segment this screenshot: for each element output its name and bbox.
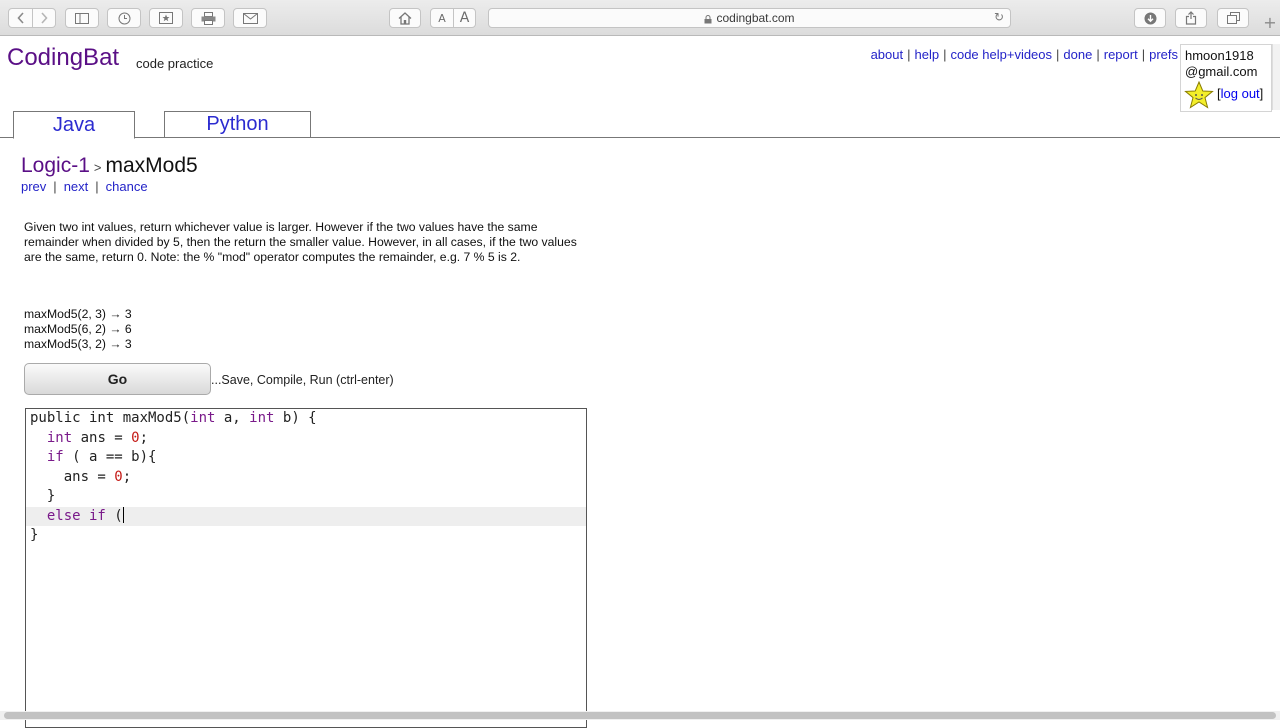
chance-link[interactable]: chance: [106, 179, 148, 194]
top-navigation: about | help | code help+videos | done | report |…: [870, 47, 1178, 62]
site-logo[interactable]: CodingBat: [7, 44, 119, 72]
lock-icon: [704, 14, 712, 23]
breadcrumb-section-link[interactable]: Logic-1: [21, 154, 90, 177]
sidebar-icon[interactable]: [65, 8, 99, 28]
code-line-5: }: [30, 488, 56, 504]
logout-wrapper: [log out]: [1217, 86, 1263, 101]
breadcrumb: Logic-1 > maxMod5: [21, 154, 198, 178]
horizontal-scrollbar[interactable]: [0, 711, 1280, 720]
nav-about-link[interactable]: about: [871, 47, 904, 62]
page-title: maxMod5: [105, 154, 198, 177]
example-item: maxMod5(3, 2) → 3: [24, 337, 132, 351]
back-icon[interactable]: [9, 9, 32, 27]
breadcrumb-separator: >: [93, 160, 102, 175]
tab-java[interactable]: Java: [13, 111, 135, 139]
nav-done-link[interactable]: done: [1063, 47, 1092, 62]
code-line-4: ans = 0;: [30, 468, 132, 485]
font-smaller-button[interactable]: A: [431, 9, 453, 27]
history-nav: [8, 8, 56, 28]
bookmarks-icon[interactable]: [149, 8, 183, 28]
download-icon[interactable]: [1134, 8, 1166, 28]
code-line-2: int ans = 0;: [46, 429, 149, 446]
site-tagline: code practice: [136, 56, 214, 71]
mail-icon[interactable]: [233, 8, 267, 28]
forward-icon[interactable]: [32, 9, 55, 27]
code-line-7: }: [30, 527, 39, 543]
nav-prefs-link[interactable]: prefs: [1149, 47, 1178, 62]
go-button[interactable]: Go: [24, 363, 211, 395]
example-item: maxMod5(6, 2) → 6: [24, 322, 132, 336]
url-text: codingbat.com: [716, 11, 795, 25]
font-larger-button[interactable]: A: [453, 9, 475, 27]
user-box: hmoon1918 @gmail.com [log out]: [1180, 44, 1272, 112]
history-icon[interactable]: [107, 8, 141, 28]
next-link[interactable]: next: [64, 179, 89, 194]
clipped-side-panel: [1272, 44, 1280, 110]
problem-navigation: prev | next | chance: [21, 179, 148, 194]
browser-toolbar: A A codingbat.com ↻ +: [0, 0, 1280, 36]
text-cursor: [122, 506, 124, 523]
nav-report-link[interactable]: report: [1104, 47, 1138, 62]
address-bar[interactable]: codingbat.com ↻: [488, 8, 1011, 28]
home-icon[interactable]: [389, 8, 421, 28]
tabs-icon[interactable]: [1217, 8, 1249, 28]
examples-list: maxMod5(2, 3) → 3 maxMod5(6, 2) → 6 maxM…: [24, 307, 132, 352]
nav-help-link[interactable]: help: [915, 47, 940, 62]
code-line-6-active: else if (: [26, 506, 586, 526]
problem-description: Given two int values, return whichever v…: [24, 220, 577, 264]
new-tab-icon[interactable]: +: [1260, 8, 1280, 36]
font-size-control: A A: [430, 8, 476, 28]
star-icon: [1184, 81, 1214, 109]
reload-icon[interactable]: ↻: [994, 10, 1004, 24]
user-email-line2: @gmail.com: [1185, 64, 1258, 79]
nav-code-help-videos-link[interactable]: code help+videos: [950, 47, 1052, 62]
logout-link[interactable]: log out: [1221, 86, 1260, 101]
example-item: maxMod5(2, 3) → 3: [24, 307, 132, 321]
logout-bracket-close: ]: [1259, 86, 1264, 101]
code-line-1: public int maxMod5(int a, int b) {: [30, 410, 317, 426]
user-email-line1: hmoon1918: [1185, 48, 1254, 63]
print-icon[interactable]: [191, 8, 225, 28]
prev-link[interactable]: prev: [21, 179, 46, 194]
code-editor[interactable]: public int maxMod5(int a, int b) { int a…: [25, 408, 587, 728]
share-icon[interactable]: [1175, 8, 1207, 28]
code-line-3: if ( a == b){: [46, 449, 157, 465]
tab-python[interactable]: Python: [164, 111, 311, 138]
scrollbar-thumb[interactable]: [4, 712, 1276, 719]
go-hint: ...Save, Compile, Run (ctrl-enter): [211, 373, 394, 387]
